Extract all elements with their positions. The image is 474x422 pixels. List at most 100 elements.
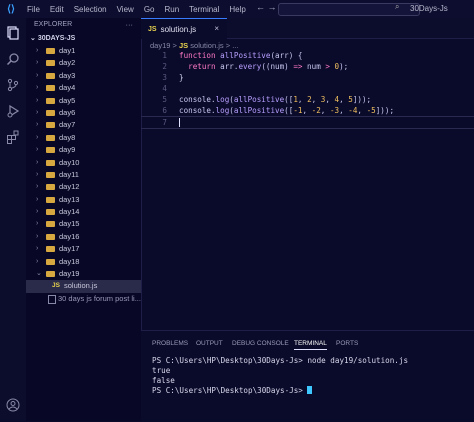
extensions-icon[interactable]	[4, 128, 22, 146]
file-solution-js[interactable]: JS solution.js	[26, 280, 141, 293]
chevron-right-icon: ›	[36, 47, 39, 54]
folder-day4[interactable]: › day4	[26, 82, 141, 94]
folder-icon	[46, 196, 55, 203]
code-line[interactable]: 3}	[141, 72, 474, 83]
more-actions-icon[interactable]: ···	[126, 20, 134, 29]
folder-label: day10	[59, 157, 80, 167]
folder-icon	[46, 184, 55, 191]
code-text: console.log(allPositive([1, 2, 3, 4, 5])…	[179, 94, 371, 105]
folder-day17[interactable]: › day17	[26, 243, 141, 255]
folder-day5[interactable]: › day5	[26, 95, 141, 107]
chevron-right-icon: ›	[36, 121, 39, 129]
chevron-right-icon: ›	[36, 208, 39, 216]
menu-go[interactable]: Go	[139, 5, 160, 14]
folder-day13[interactable]: › day13	[26, 194, 141, 206]
tab-output[interactable]: OUTPUT	[196, 340, 223, 347]
source-control-icon[interactable]	[4, 76, 22, 94]
folder-day15[interactable]: › day15	[26, 218, 141, 230]
folder-day6[interactable]: › day6	[26, 107, 141, 119]
title-bar: ⟨⟩ File Edit Selection View Go Run Termi…	[0, 0, 474, 18]
code-text: }	[179, 72, 184, 83]
close-icon[interactable]: ×	[214, 24, 219, 33]
tab-ports[interactable]: PORTS	[336, 340, 358, 347]
menu-run[interactable]: Run	[159, 5, 184, 14]
folder-day10[interactable]: › day10	[26, 157, 141, 169]
tab-solution-js[interactable]: JS solution.js ×	[141, 18, 227, 39]
breadcrumb-more[interactable]: > ...	[226, 41, 239, 50]
tab-debug-console[interactable]: DEBUG CONSOLE	[232, 340, 289, 347]
chevron-right-icon: ›	[36, 220, 39, 228]
folder-day7[interactable]: › day7	[26, 119, 141, 131]
code-text: return arr.every((num) => num > 0);	[179, 61, 348, 72]
code-token: allPositive	[220, 51, 271, 60]
nav-back-forward[interactable]: ← →	[256, 2, 277, 12]
folder-icon	[46, 48, 55, 54]
menu-help[interactable]: Help	[224, 5, 250, 14]
code-token: ([	[284, 106, 294, 115]
folder-day3[interactable]: › day3	[26, 70, 141, 82]
folder-label: day7	[59, 120, 76, 130]
file-forum-post[interactable]: 30 days js forum post li...	[26, 293, 141, 305]
account-icon[interactable]	[4, 396, 22, 414]
code-token: allPositive	[233, 106, 285, 115]
folder-day12[interactable]: › day12	[26, 181, 141, 193]
chevron-right-icon: ›	[36, 108, 39, 116]
run-debug-icon[interactable]	[4, 102, 22, 120]
folder-day1[interactable]: › day1	[26, 45, 141, 57]
code-line[interactable]: 6 console.log(allPositive([-1, -2, -3, -4…	[141, 105, 474, 116]
line-number: 5	[162, 95, 167, 104]
explorer-icon[interactable]	[4, 24, 22, 42]
folder-day19[interactable]: ⌄ day19	[26, 268, 141, 280]
line-number: 6	[162, 106, 167, 115]
folder-label: day17	[59, 244, 80, 254]
menu-edit[interactable]: Edit	[45, 5, 69, 14]
file-label: solution.js	[64, 281, 98, 291]
code-line[interactable]: 4	[141, 83, 474, 94]
chevron-right-icon: ›	[36, 146, 39, 154]
menu-terminal[interactable]: Terminal	[184, 5, 224, 14]
command-center-text[interactable]: 30Days-Js	[410, 4, 448, 13]
breadcrumb-separator: >	[172, 41, 177, 50]
menu-selection[interactable]: Selection	[69, 5, 112, 14]
breadcrumb-file[interactable]: solution.js	[190, 41, 223, 50]
code-line[interactable]: 1 function allPositive(arr) {	[141, 50, 474, 61]
menu-file[interactable]: File	[22, 5, 45, 14]
code-token: ,	[320, 106, 330, 115]
folder-day2[interactable]: › day2	[26, 57, 141, 69]
tab-problems[interactable]: PROBLEMS	[152, 340, 188, 347]
panel-tabs: PROBLEMS OUTPUT DEBUG CONSOLE TERMINAL P…	[141, 331, 474, 353]
folder-day16[interactable]: › day16	[26, 231, 141, 243]
code-editor[interactable]: 1 function allPositive(arr) {2 return arr…	[141, 50, 474, 330]
menu-view[interactable]: View	[112, 5, 139, 14]
folder-icon	[46, 109, 55, 116]
breadcrumb-folder[interactable]: day19	[150, 41, 170, 50]
search-icon[interactable]	[4, 50, 22, 68]
tab-terminal[interactable]: TERMINAL	[294, 340, 327, 350]
chevron-right-icon: ›	[36, 158, 39, 166]
folder-icon	[46, 271, 55, 278]
folder-day11[interactable]: › day11	[26, 169, 141, 181]
folder-day18[interactable]: › day18	[26, 256, 141, 268]
code-token: -3	[329, 106, 340, 115]
code-line[interactable]: 2 return arr.every((num) => num > 0);	[141, 61, 474, 72]
folder-day14[interactable]: › day14	[26, 206, 141, 218]
code-token: function	[179, 51, 221, 60]
chevron-right-icon: ›	[36, 170, 39, 178]
js-file-icon: JS	[148, 25, 157, 33]
file-label: 30 days js forum post li...	[58, 293, 141, 303]
code-token: ,	[325, 95, 335, 104]
chevron-right-icon: ›	[36, 71, 39, 79]
folder-icon	[46, 209, 55, 216]
terminal-output[interactable]: PS C:\Users\HP\Desktop\30Days-Js> node d…	[152, 356, 408, 396]
line-number: 3	[162, 73, 167, 82]
folder-day8[interactable]: › day8	[26, 132, 141, 144]
line-number: 2	[162, 62, 167, 71]
code-line[interactable]: 7	[141, 116, 474, 129]
code-token: ,	[302, 106, 312, 115]
terminal-prompt-line: PS C:\Users\HP\Desktop\30Days-Js>	[152, 386, 408, 396]
root-folder[interactable]: ⌄ 30DAYS-JS	[26, 32, 141, 45]
chevron-right-icon: ›	[36, 245, 39, 253]
code-line[interactable]: 5 console.log(allPositive([1, 2, 3, 4, 5]…	[141, 94, 474, 105]
folder-day9[interactable]: › day9	[26, 144, 141, 156]
explorer-title: EXPLORER	[34, 21, 73, 28]
